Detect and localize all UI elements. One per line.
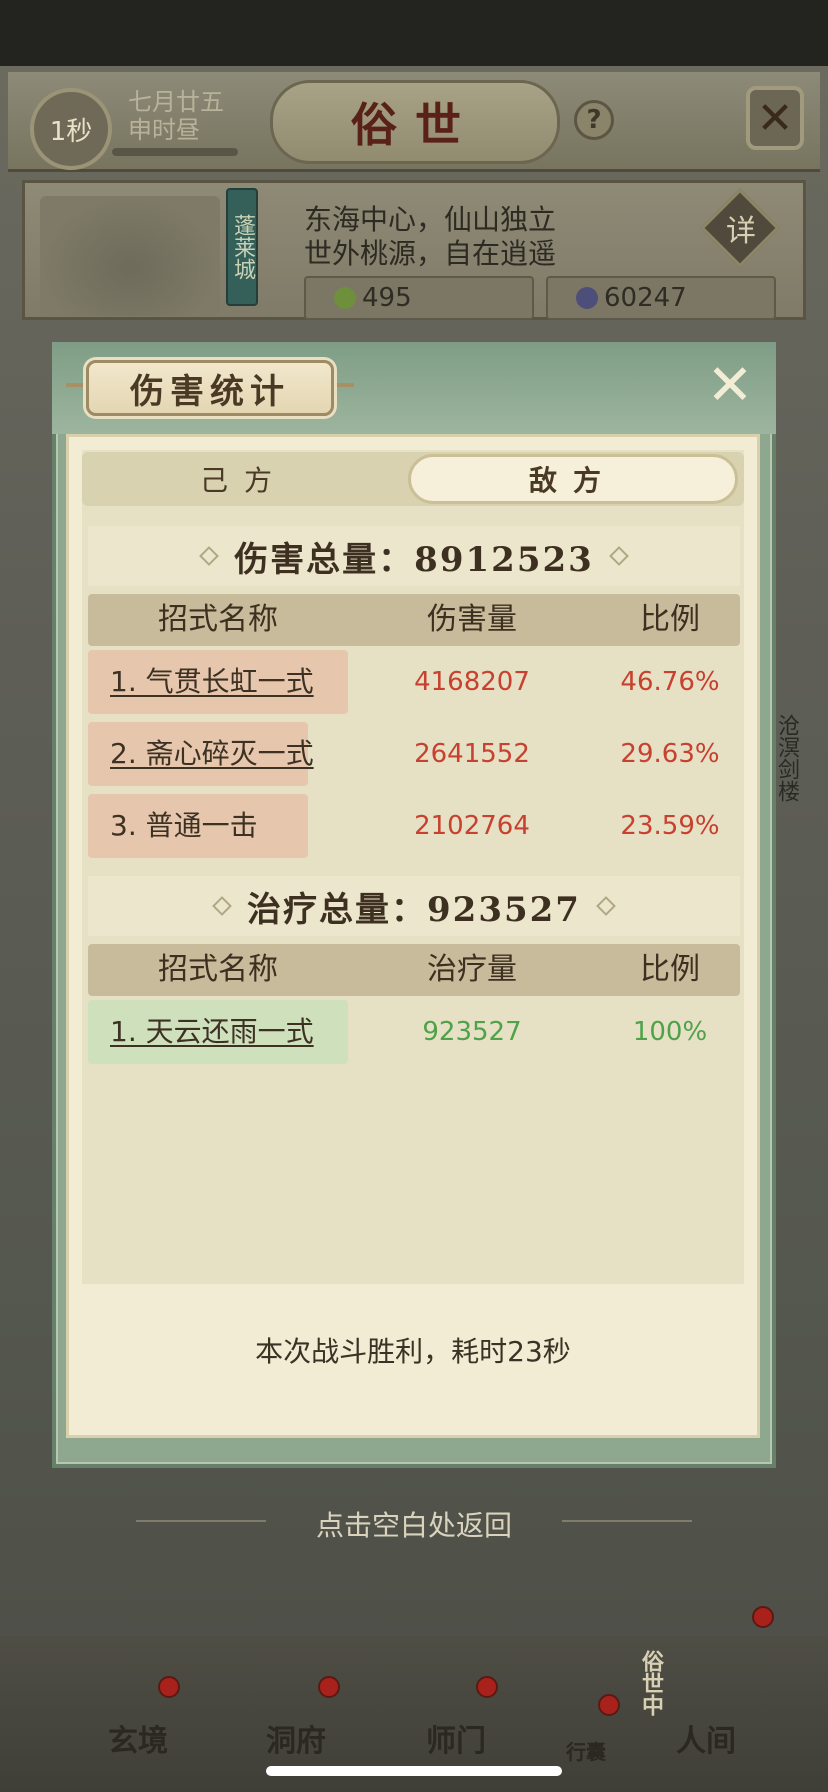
- damage-row[interactable]: 2. 斋心碎灭一式 2641552 29.63%: [88, 722, 740, 786]
- notification-dot: [476, 1676, 498, 1698]
- nav-xuanjing[interactable]: 玄境: [108, 1716, 168, 1760]
- nav-shimen[interactable]: 师门: [426, 1716, 486, 1760]
- ratio-value: 46.76%: [620, 667, 720, 697]
- notification-dot: [318, 1676, 340, 1698]
- diamond-ornament-icon: [212, 896, 232, 916]
- resource-stone: 60247: [546, 276, 776, 320]
- close-icon[interactable]: ✕: [746, 86, 804, 150]
- skill-name[interactable]: 1. 气贯长虹一式: [110, 650, 314, 714]
- col-damage: 伤害量: [427, 602, 517, 637]
- damage-value: 4168207: [414, 667, 530, 697]
- damage-value: 2641552: [414, 739, 530, 769]
- nav-renjian[interactable]: 人间: [676, 1716, 736, 1760]
- healing-row[interactable]: 1. 天云还雨一式 923527 100%: [88, 1000, 740, 1064]
- col-skill-name: 招式名称: [158, 952, 278, 987]
- diamond-ornament-icon: [199, 546, 220, 566]
- skill-name: 3. 普通一击: [110, 809, 258, 842]
- game-date: 七月廿五 申时昼: [128, 88, 248, 144]
- diamond-ornament-icon: [608, 546, 629, 566]
- healing-total-text: 治疗总量：923527: [247, 889, 581, 930]
- herb-icon: [334, 287, 356, 309]
- modal-title: 伤害统计: [86, 360, 334, 416]
- notification-dot: [752, 1606, 774, 1628]
- ratio-value: 29.63%: [620, 739, 720, 769]
- ratio-value: 23.59%: [620, 811, 720, 841]
- ratio-value: 100%: [632, 1017, 708, 1047]
- damage-column-header: 招式名称 伤害量 比例: [88, 594, 740, 646]
- nav-dongfu[interactable]: 洞府: [266, 1716, 326, 1760]
- detail-label[interactable]: 详: [716, 206, 766, 250]
- diamond-ornament-icon: [596, 896, 616, 916]
- side-building-label[interactable]: 沧溟剑楼: [772, 714, 802, 802]
- col-ratio: 比例: [640, 952, 700, 987]
- help-icon[interactable]: ?: [574, 100, 614, 140]
- date-line2: 申时昼: [128, 116, 200, 144]
- top-strip: [0, 0, 828, 66]
- resource-herb-value: 495: [362, 283, 412, 313]
- resource-stone-value: 60247: [604, 283, 687, 313]
- col-healing: 治疗量: [427, 952, 517, 987]
- notification-dot: [158, 1676, 180, 1698]
- col-ratio: 比例: [640, 602, 700, 637]
- damage-row[interactable]: 1. 气贯长虹一式 4168207 46.76%: [88, 650, 740, 714]
- date-line1: 七月廿五: [128, 88, 224, 116]
- location-desc-line2: 世外桃源，自在逍遥: [304, 237, 557, 270]
- tap-to-return-hint[interactable]: 点击空白处返回: [0, 1504, 828, 1544]
- city-banner: 蓬莱城: [226, 188, 258, 306]
- scene-title: 俗世: [270, 80, 560, 164]
- tab-enemy-side[interactable]: 敌方: [408, 454, 738, 504]
- skill-name[interactable]: 2. 斋心碎灭一式: [110, 722, 314, 786]
- nav-side-label: 俗世中: [638, 1650, 664, 1716]
- damage-total-header: 伤害总量：8912523: [88, 526, 740, 586]
- skill-name[interactable]: 1. 天云还雨一式: [110, 1000, 314, 1064]
- building-illustration: [40, 196, 220, 316]
- timer-progress: [112, 148, 238, 156]
- battle-result: 本次战斗胜利，耗时23秒: [255, 1335, 571, 1368]
- healing-value: 923527: [422, 1017, 522, 1047]
- damage-total-text: 伤害总量：8912523: [234, 539, 594, 580]
- damage-row[interactable]: 3. 普通一击 2102764 23.59%: [88, 794, 740, 858]
- nav-xingnang[interactable]: 行囊: [566, 1736, 606, 1765]
- home-indicator[interactable]: [266, 1766, 562, 1776]
- close-icon[interactable]: ✕: [702, 358, 758, 414]
- notification-dot: [598, 1694, 620, 1716]
- healing-column-header: 招式名称 治疗量 比例: [88, 944, 740, 996]
- damage-value: 2102764: [414, 811, 530, 841]
- stone-icon: [576, 287, 598, 309]
- healing-total-header: 治疗总量：923527: [88, 876, 740, 936]
- tab-own-side[interactable]: 己方: [86, 454, 402, 504]
- timer-badge: 1秒: [30, 88, 112, 170]
- resource-herb: 495: [304, 276, 534, 320]
- col-skill-name: 招式名称: [158, 602, 278, 637]
